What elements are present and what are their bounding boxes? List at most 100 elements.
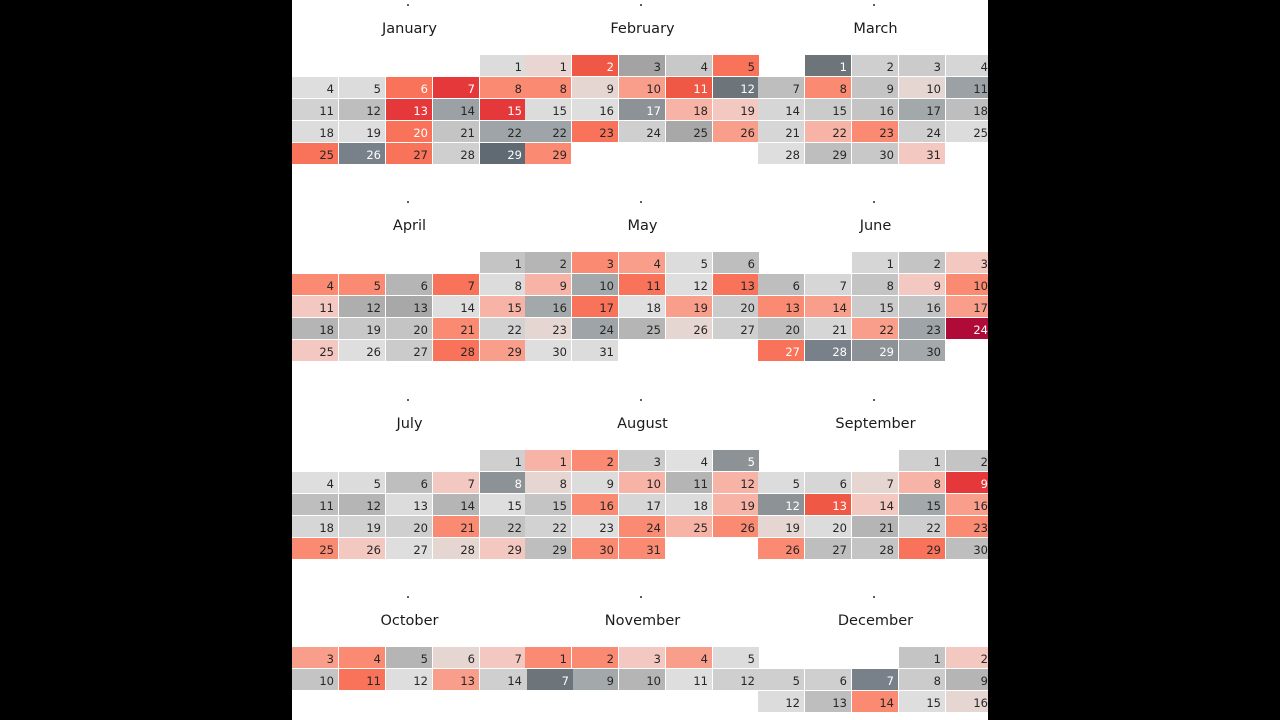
day-cell[interactable]: 13	[433, 669, 479, 690]
day-cell[interactable]: 18	[292, 318, 338, 339]
day-cell[interactable]: 27	[758, 340, 804, 361]
day-cell[interactable]: 18	[666, 494, 712, 515]
day-cell[interactable]: 18	[666, 99, 712, 120]
day-cell[interactable]: 25	[292, 340, 338, 361]
day-cell[interactable]: 4	[292, 77, 338, 98]
day-cell[interactable]: 8	[852, 274, 898, 295]
day-cell[interactable]: 6	[386, 274, 432, 295]
day-cell[interactable]: 7	[433, 77, 479, 98]
day-cell[interactable]: 10	[572, 274, 618, 295]
day-cell[interactable]: 18	[619, 296, 665, 317]
day-cell[interactable]: 1	[480, 450, 526, 471]
day-cell[interactable]: 26	[339, 340, 385, 361]
day-cell[interactable]: 3	[572, 252, 618, 273]
day-cell[interactable]: 15	[852, 296, 898, 317]
day-cell[interactable]: 8	[480, 77, 526, 98]
day-cell[interactable]: 13	[386, 99, 432, 120]
day-cell[interactable]: 20	[386, 318, 432, 339]
day-cell[interactable]: 23	[572, 516, 618, 537]
day-cell[interactable]: 30	[852, 143, 898, 164]
day-cell[interactable]: 5	[386, 647, 432, 668]
day-cell[interactable]: 17	[899, 99, 945, 120]
day-cell[interactable]: 30	[525, 340, 571, 361]
day-cell[interactable]: 17	[572, 296, 618, 317]
day-cell[interactable]: 12	[339, 296, 385, 317]
day-cell[interactable]: 19	[339, 318, 385, 339]
day-cell[interactable]: 8	[805, 77, 851, 98]
day-cell[interactable]: 6	[805, 472, 851, 493]
day-cell[interactable]: 18	[292, 121, 338, 142]
day-cell[interactable]: 21	[852, 516, 898, 537]
day-cell[interactable]: 25	[666, 516, 712, 537]
day-cell[interactable]: 5	[339, 274, 385, 295]
day-cell[interactable]: 5	[758, 472, 804, 493]
day-cell[interactable]: 20	[386, 121, 432, 142]
day-cell[interactable]: 16	[572, 494, 618, 515]
day-cell[interactable]: 29	[805, 143, 851, 164]
day-cell[interactable]: 11	[619, 274, 665, 295]
day-cell[interactable]: 12	[386, 669, 432, 690]
day-cell[interactable]: 1	[480, 55, 526, 76]
day-cell[interactable]: 26	[666, 318, 712, 339]
day-cell[interactable]: 27	[386, 143, 432, 164]
day-cell[interactable]: 24	[946, 318, 988, 339]
day-cell[interactable]: 24	[572, 318, 618, 339]
day-cell[interactable]: 2	[899, 252, 945, 273]
day-cell[interactable]: 21	[758, 121, 804, 142]
day-cell[interactable]: 17	[946, 296, 988, 317]
day-cell[interactable]: 22	[480, 318, 526, 339]
day-cell[interactable]: 24	[619, 121, 665, 142]
day-cell[interactable]: 26	[339, 538, 385, 559]
day-cell[interactable]: 20	[713, 296, 759, 317]
day-cell[interactable]: 9	[852, 77, 898, 98]
day-cell[interactable]: 24	[619, 516, 665, 537]
day-cell[interactable]: 2	[525, 252, 571, 273]
day-cell[interactable]: 15	[480, 296, 526, 317]
day-cell[interactable]: 16	[899, 296, 945, 317]
day-cell[interactable]: 15	[899, 691, 945, 712]
day-cell[interactable]: 6	[758, 274, 804, 295]
day-cell[interactable]: 21	[433, 318, 479, 339]
day-cell[interactable]: 15	[525, 494, 571, 515]
day-cell[interactable]: 12	[713, 77, 759, 98]
day-cell[interactable]: 11	[339, 669, 385, 690]
day-cell[interactable]: 11	[666, 669, 712, 690]
day-cell[interactable]: 14	[852, 494, 898, 515]
day-cell[interactable]: 12	[339, 99, 385, 120]
day-cell[interactable]: 28	[852, 538, 898, 559]
day-cell[interactable]: 14	[433, 99, 479, 120]
day-cell[interactable]: 29	[525, 538, 571, 559]
day-cell[interactable]: 27	[713, 318, 759, 339]
day-cell[interactable]: 1	[899, 647, 945, 668]
day-cell[interactable]: 9	[899, 274, 945, 295]
day-cell[interactable]: 9	[572, 472, 618, 493]
day-cell[interactable]: 14	[852, 691, 898, 712]
day-cell[interactable]: 19	[713, 494, 759, 515]
day-cell[interactable]: 11	[946, 77, 988, 98]
day-cell[interactable]: 7	[852, 472, 898, 493]
day-cell[interactable]: 17	[619, 494, 665, 515]
day-cell[interactable]: 16	[946, 494, 988, 515]
day-cell[interactable]: 17	[619, 99, 665, 120]
day-cell[interactable]: 11	[666, 77, 712, 98]
day-cell[interactable]: 28	[805, 340, 851, 361]
day-cell[interactable]: 19	[666, 296, 712, 317]
day-cell[interactable]: 29	[525, 143, 571, 164]
day-cell[interactable]: 23	[572, 121, 618, 142]
day-cell[interactable]: 28	[758, 143, 804, 164]
day-cell[interactable]: 9	[946, 669, 988, 690]
day-cell[interactable]: 2	[946, 450, 988, 471]
day-cell[interactable]: 30	[946, 538, 988, 559]
day-cell[interactable]: 19	[339, 516, 385, 537]
day-cell[interactable]: 2	[852, 55, 898, 76]
day-cell[interactable]: 6	[805, 669, 851, 690]
day-cell[interactable]: 21	[433, 516, 479, 537]
day-cell[interactable]: 3	[946, 252, 988, 273]
day-cell[interactable]: 3	[292, 647, 338, 668]
day-cell[interactable]: 6	[713, 252, 759, 273]
day-cell[interactable]: 8	[480, 274, 526, 295]
day-cell[interactable]: 3	[899, 55, 945, 76]
day-cell[interactable]: 1	[525, 450, 571, 471]
day-cell[interactable]: 26	[758, 538, 804, 559]
day-cell[interactable]: 4	[339, 647, 385, 668]
